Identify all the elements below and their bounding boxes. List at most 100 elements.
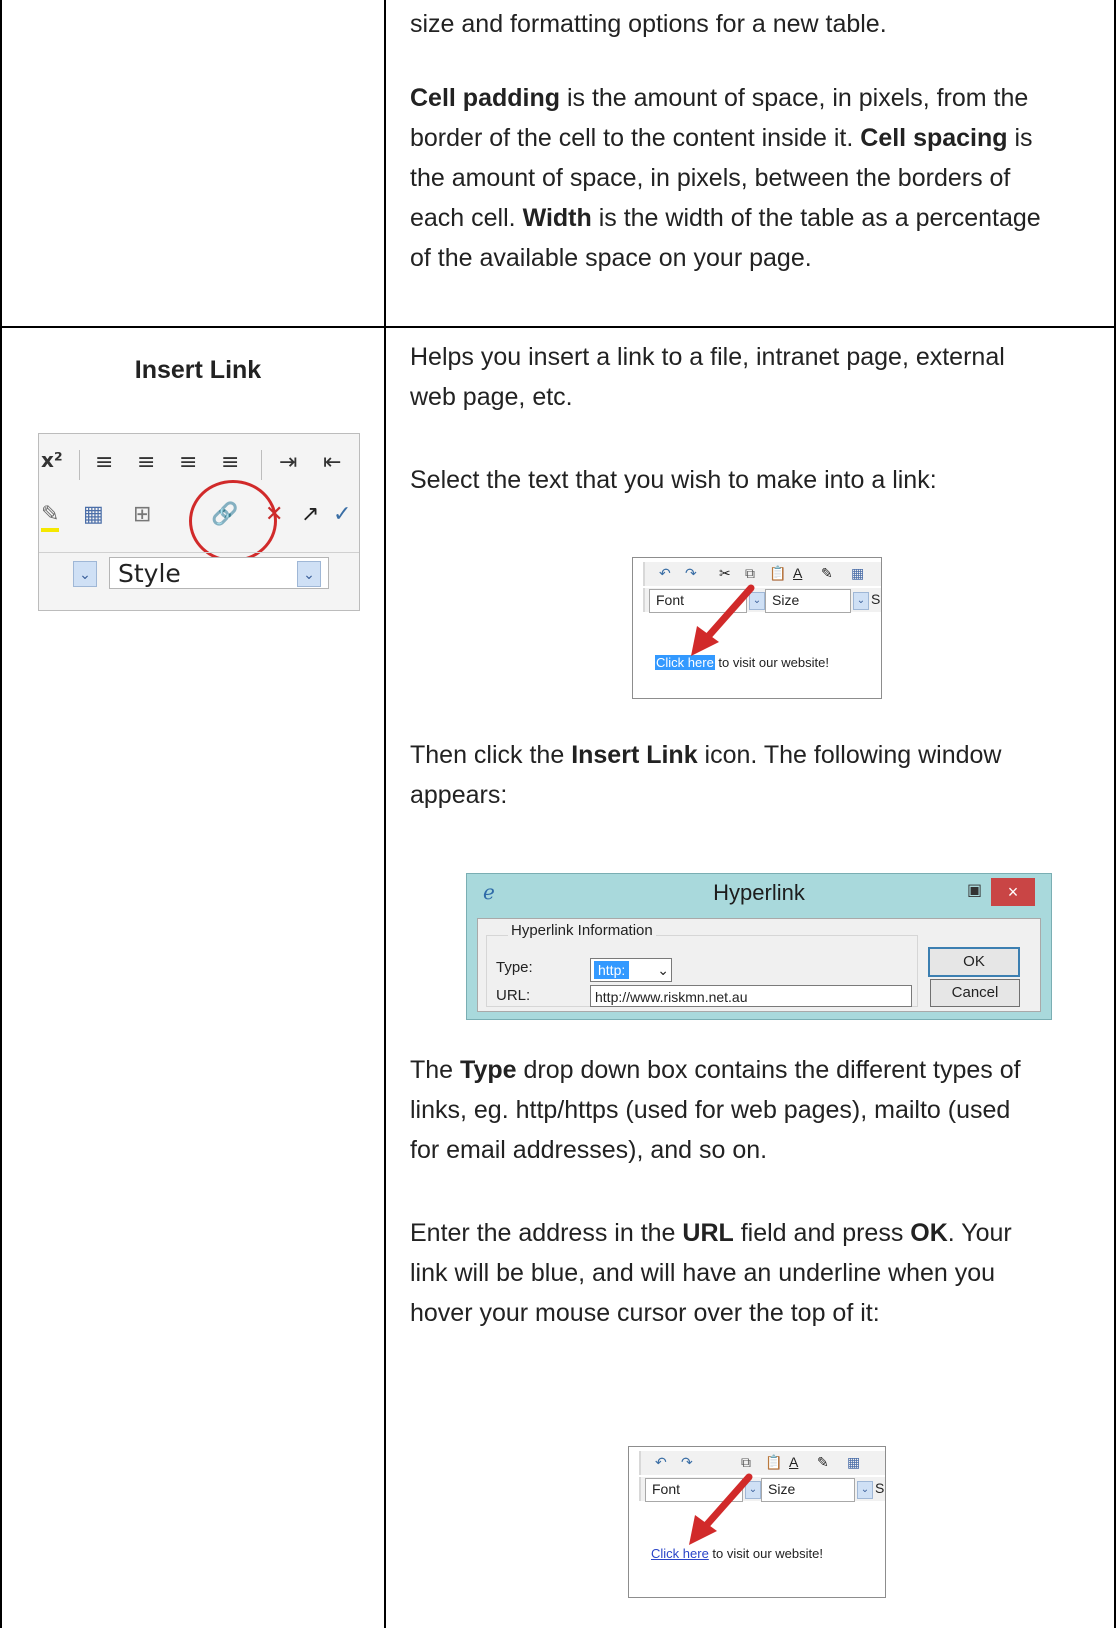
- annotation-arrow: [691, 584, 755, 656]
- cell-padding-paragraph: Cell padding is the amount of space, in …: [410, 78, 1090, 278]
- style-select[interactable]: Style: [109, 557, 329, 589]
- table-border-mid: [384, 0, 386, 1628]
- text: for email addresses), and so on.: [410, 1136, 768, 1164]
- font-color-icon: A: [789, 1454, 799, 1470]
- term-width: Width: [522, 204, 592, 232]
- chevron-down-icon[interactable]: ⌄: [297, 561, 321, 587]
- chevron-down-icon[interactable]: ⌄: [657, 959, 669, 981]
- term-cell-padding: Cell padding: [410, 84, 560, 112]
- table-border-right: [1114, 0, 1116, 1628]
- editor-screenshot-selected: ↶ ↷ ✂ ⧉ 📋 A ✎ ▦ Font ⌄ Size ⌄ S Click he…: [632, 557, 882, 699]
- text: web page, etc.: [410, 383, 573, 411]
- text: drop down box contains the different typ…: [516, 1056, 1021, 1084]
- cancel-button[interactable]: Cancel: [930, 979, 1020, 1007]
- superscript-icon: x²: [41, 448, 63, 472]
- insert-link-description: Helps you insert a link to a file, intra…: [410, 337, 1090, 417]
- table-icon: ▦: [851, 565, 865, 581]
- style-select-partial: S: [875, 1480, 885, 1496]
- type-label: Type:: [496, 959, 533, 976]
- editor-toolbar: ↶ ↷ ⧉ 📋 A ✎ ▦: [639, 1451, 885, 1475]
- type-select[interactable]: http: ⌄: [590, 958, 672, 982]
- cell-icon: ⊞: [133, 502, 152, 527]
- size-select[interactable]: Size: [765, 589, 851, 613]
- align-right-icon: ≡: [179, 450, 198, 475]
- editor-screenshot-linked: ↶ ↷ ⧉ 📋 A ✎ ▦ Font ⌄ Size ⌄ S Click here…: [628, 1446, 886, 1598]
- size-select-label: Size: [768, 1481, 796, 1497]
- text: The: [410, 1056, 461, 1084]
- font-color-icon: A: [793, 565, 803, 581]
- text: border of the cell to the content inside…: [410, 124, 861, 152]
- hyperlink-dialog: ℯ Hyperlink ▣ × Hyperlink Information Ty…: [466, 873, 1052, 1020]
- align-center-icon: ≡: [137, 450, 156, 475]
- text: the amount of space, in pixels, between …: [410, 164, 1011, 192]
- outdent-icon: ⇤: [323, 450, 342, 475]
- separator: [79, 450, 80, 480]
- ok-button[interactable]: OK: [928, 947, 1020, 977]
- term-type: Type: [460, 1056, 517, 1084]
- editor-format-bar: Font ⌄ Size ⌄ S: [639, 1477, 885, 1502]
- style-select-partial: S: [871, 591, 881, 607]
- table-options-text: size and formatting options for a new ta…: [410, 10, 887, 38]
- text: Enter the address in the: [410, 1219, 683, 1247]
- highlight-icon: ✎: [821, 565, 833, 581]
- url-input[interactable]: http://www.riskmn.net.au: [590, 985, 912, 1007]
- indent-icon: ⇥: [279, 450, 298, 475]
- size-select[interactable]: Size: [761, 1478, 855, 1502]
- url-label: URL:: [496, 987, 531, 1004]
- font-select-label: Font: [652, 1481, 681, 1497]
- text: appears:: [410, 781, 508, 809]
- undo-icon: ↶: [659, 565, 671, 581]
- anchor-icon: ↗: [301, 502, 320, 527]
- size-select-label: Size: [772, 592, 800, 608]
- separator: [261, 450, 262, 480]
- text: Helps you insert a link to a file, intra…: [410, 343, 1005, 371]
- toolbar-row-formatting: x² ≡ ≡ ≡ ≡ ⇥ ⇤: [39, 446, 359, 486]
- copy-icon: ⧉: [745, 565, 755, 581]
- text: is: [1007, 124, 1033, 152]
- table-icon: ▦: [83, 502, 104, 527]
- text: is the width of the table as a percentag…: [591, 204, 1041, 232]
- annotation-arrow: [689, 1473, 753, 1545]
- justify-icon: ≡: [221, 450, 240, 475]
- dialog-body: Hyperlink Information Type: http: ⌄ URL:…: [477, 918, 1041, 1012]
- group-label: Hyperlink Information: [508, 922, 656, 939]
- text: field and press: [733, 1219, 911, 1247]
- font-select-label: Font: [656, 592, 685, 608]
- chevron-down-icon[interactable]: ⌄: [857, 1481, 873, 1499]
- text: links, eg. http/https (used for web page…: [410, 1096, 1011, 1124]
- highlight-color-bar: [41, 528, 59, 532]
- annotation-circle: [189, 480, 277, 562]
- term-ok: OK: [910, 1219, 948, 1247]
- chevron-down-icon[interactable]: ⌄: [73, 561, 97, 587]
- row-divider: [0, 326, 1116, 328]
- text: . Your: [947, 1219, 1012, 1247]
- enter-url-instruction: Enter the address in the URL field and p…: [410, 1213, 1090, 1333]
- text: of the available space on your page.: [410, 244, 812, 272]
- type-dropdown-explanation: The Type drop down box contains the diff…: [410, 1050, 1090, 1170]
- paste-icon: 📋: [765, 1454, 783, 1470]
- term-insert-link: Insert Link: [571, 741, 698, 769]
- redo-icon: ↷: [685, 565, 697, 581]
- paste-icon: 📋: [769, 565, 787, 581]
- term-cell-spacing: Cell spacing: [860, 124, 1008, 152]
- toolbar-screenshot: x² ≡ ≡ ≡ ≡ ⇥ ⇤ ✎ ▦ ⊞ 🔗 ✕ ↗ ✓ ⌄ Style ⌄: [38, 433, 360, 611]
- undo-icon: ↶: [655, 1454, 667, 1470]
- table-icon: ▦: [847, 1454, 861, 1470]
- chevron-down-icon[interactable]: ⌄: [853, 592, 869, 610]
- text: Then click the: [410, 741, 572, 769]
- restore-icon[interactable]: ▣: [967, 880, 982, 899]
- dialog-title: Hyperlink: [713, 880, 805, 905]
- align-left-icon: ≡: [95, 450, 114, 475]
- term-url: URL: [682, 1219, 734, 1247]
- cut-icon: ✂: [719, 565, 731, 581]
- select-text-instruction: Select the text that you wish to make in…: [410, 466, 937, 494]
- click-insert-link-instruction: Then click the Insert Link icon. The fol…: [410, 735, 1090, 815]
- text: each cell.: [410, 204, 523, 232]
- text: is the amount of space, in pixels, from …: [560, 84, 1029, 112]
- toolbar-row-style: ⌄ Style ⌄: [39, 552, 359, 593]
- text: link will be blue, and will have an unde…: [410, 1259, 996, 1287]
- highlight-icon: ✎: [817, 1454, 829, 1470]
- highlight-icon: ✎: [41, 502, 60, 527]
- close-button[interactable]: ×: [991, 878, 1035, 906]
- type-select-value: http:: [594, 961, 630, 979]
